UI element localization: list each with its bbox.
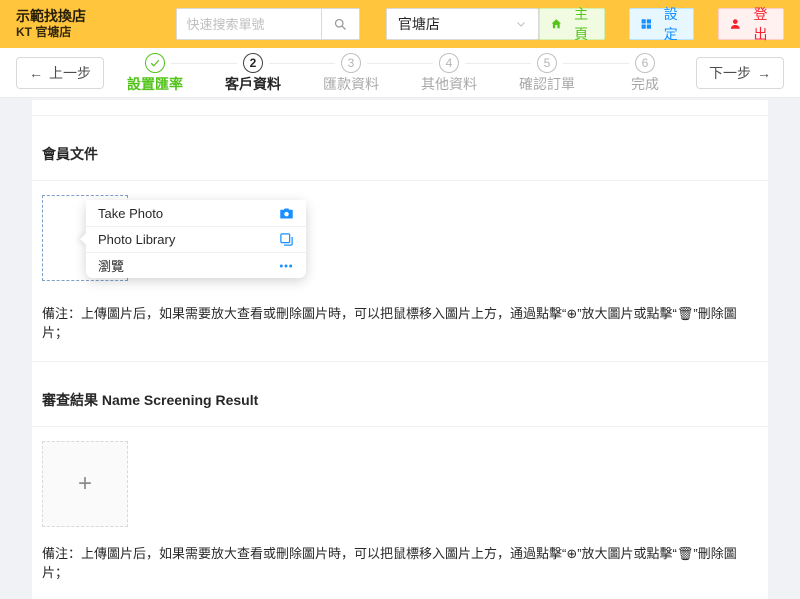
- order-search-group: [176, 8, 360, 40]
- header-actions: 主頁 設定 登出: [539, 8, 784, 40]
- chevron-down-icon: [515, 18, 527, 30]
- next-step-label: 下一步: [709, 63, 751, 83]
- search-icon: [333, 17, 348, 32]
- name-screening-upload-note: 備注：上傳圖片后，如果需要放大查看或刪除圖片時，可以把鼠標移入圖片上方，通過點擊…: [32, 527, 768, 599]
- app-header: 示範找換店 KT 官塘店 官塘店 主頁 設定: [0, 0, 800, 48]
- step-other-info: 4 其他資料: [400, 52, 498, 93]
- member-documents-upload-note: 備注：上傳圖片后，如果需要放大查看或刪除圖片時，可以把鼠標移入圖片上方，通過點擊…: [32, 295, 768, 361]
- member-documents-title: 會員文件: [32, 116, 768, 181]
- ellipsis-icon: [278, 258, 294, 274]
- logout-button[interactable]: 登出: [718, 8, 784, 40]
- menu-item-photo-library[interactable]: Photo Library: [86, 226, 306, 252]
- settings-button[interactable]: 設定: [629, 8, 695, 40]
- step-label: 設置匯率: [127, 76, 183, 93]
- step-confirm-order: 5 確認訂單: [498, 52, 596, 93]
- prev-step-label: 上一步: [49, 63, 91, 83]
- prev-step-button[interactable]: ← 上一步: [16, 57, 104, 89]
- step-label: 客戶資料: [225, 76, 281, 93]
- settings-button-label: 設定: [658, 4, 683, 44]
- menu-item-label: Take Photo: [98, 206, 163, 221]
- step-label: 完成: [631, 76, 659, 93]
- name-screening-section: 審查結果 Name Screening Result + 備注：上傳圖片后，如果…: [32, 362, 768, 599]
- wizard-stepbar: ← 上一步 設置匯率 2 客戶資料 3 匯款資料 4 其他資料 5 確認訂單: [0, 48, 800, 98]
- step-customer-info: 2 客戶資料: [204, 52, 302, 93]
- store-branch: KT 官塘店: [16, 25, 176, 41]
- arrow-left-icon: ←: [29, 65, 43, 81]
- menu-item-label: 瀏覽: [98, 256, 124, 275]
- arrow-right-icon: →: [757, 65, 771, 81]
- name-screening-title: 審查結果 Name Screening Result: [32, 362, 768, 427]
- step-done-circle: [145, 53, 165, 73]
- order-form-card: 會員文件 Take Photo: [32, 100, 768, 599]
- branch-select-value: 官塘店: [398, 14, 440, 34]
- next-step-button[interactable]: 下一步 →: [696, 57, 784, 89]
- wizard-steps: 設置匯率 2 客戶資料 3 匯款資料 4 其他資料 5 確認訂單 6 完成: [106, 52, 694, 93]
- step-remittance-info: 3 匯款資料: [302, 52, 400, 93]
- step-label: 確認訂單: [519, 76, 575, 93]
- home-button-label: 主頁: [569, 4, 594, 44]
- upload-source-menu: Take Photo Photo Library: [86, 200, 306, 278]
- search-button[interactable]: [321, 9, 359, 39]
- check-icon: [149, 57, 161, 69]
- photo-library-icon: [279, 232, 294, 247]
- user-icon: [729, 17, 742, 31]
- member-documents-section: 會員文件 Take Photo: [32, 116, 768, 362]
- member-documents-upload-area: Take Photo Photo Library: [42, 195, 758, 295]
- logout-button-label: 登出: [748, 4, 773, 44]
- menu-item-label: Photo Library: [98, 232, 175, 247]
- home-button[interactable]: 主頁: [539, 8, 605, 40]
- menu-item-take-photo[interactable]: Take Photo: [86, 200, 306, 226]
- search-input[interactable]: [177, 9, 321, 39]
- step-number: 2: [243, 53, 263, 73]
- step-complete: 6 完成: [596, 52, 694, 93]
- menu-item-browse[interactable]: 瀏覽: [86, 252, 306, 278]
- previous-section-stub: [32, 100, 768, 116]
- grid-icon: [640, 17, 653, 31]
- store-info: 示範找換店 KT 官塘店: [16, 7, 176, 41]
- store-name: 示範找換店: [16, 7, 176, 25]
- name-screening-upload-area: +: [42, 441, 758, 527]
- step-number: 4: [439, 53, 459, 73]
- step-label: 匯款資料: [323, 76, 379, 93]
- step-number: 3: [341, 53, 361, 73]
- step-number: 6: [635, 53, 655, 73]
- step-number: 5: [537, 53, 557, 73]
- step-set-exchange-rate: 設置匯率: [106, 52, 204, 93]
- name-screening-upload-button[interactable]: +: [42, 441, 128, 527]
- step-label: 其他資料: [421, 76, 477, 93]
- camera-icon: [279, 206, 294, 221]
- branch-select[interactable]: 官塘店: [386, 8, 539, 40]
- home-icon: [550, 17, 563, 31]
- plus-icon: +: [78, 472, 92, 496]
- main-content: 會員文件 Take Photo: [0, 98, 800, 599]
